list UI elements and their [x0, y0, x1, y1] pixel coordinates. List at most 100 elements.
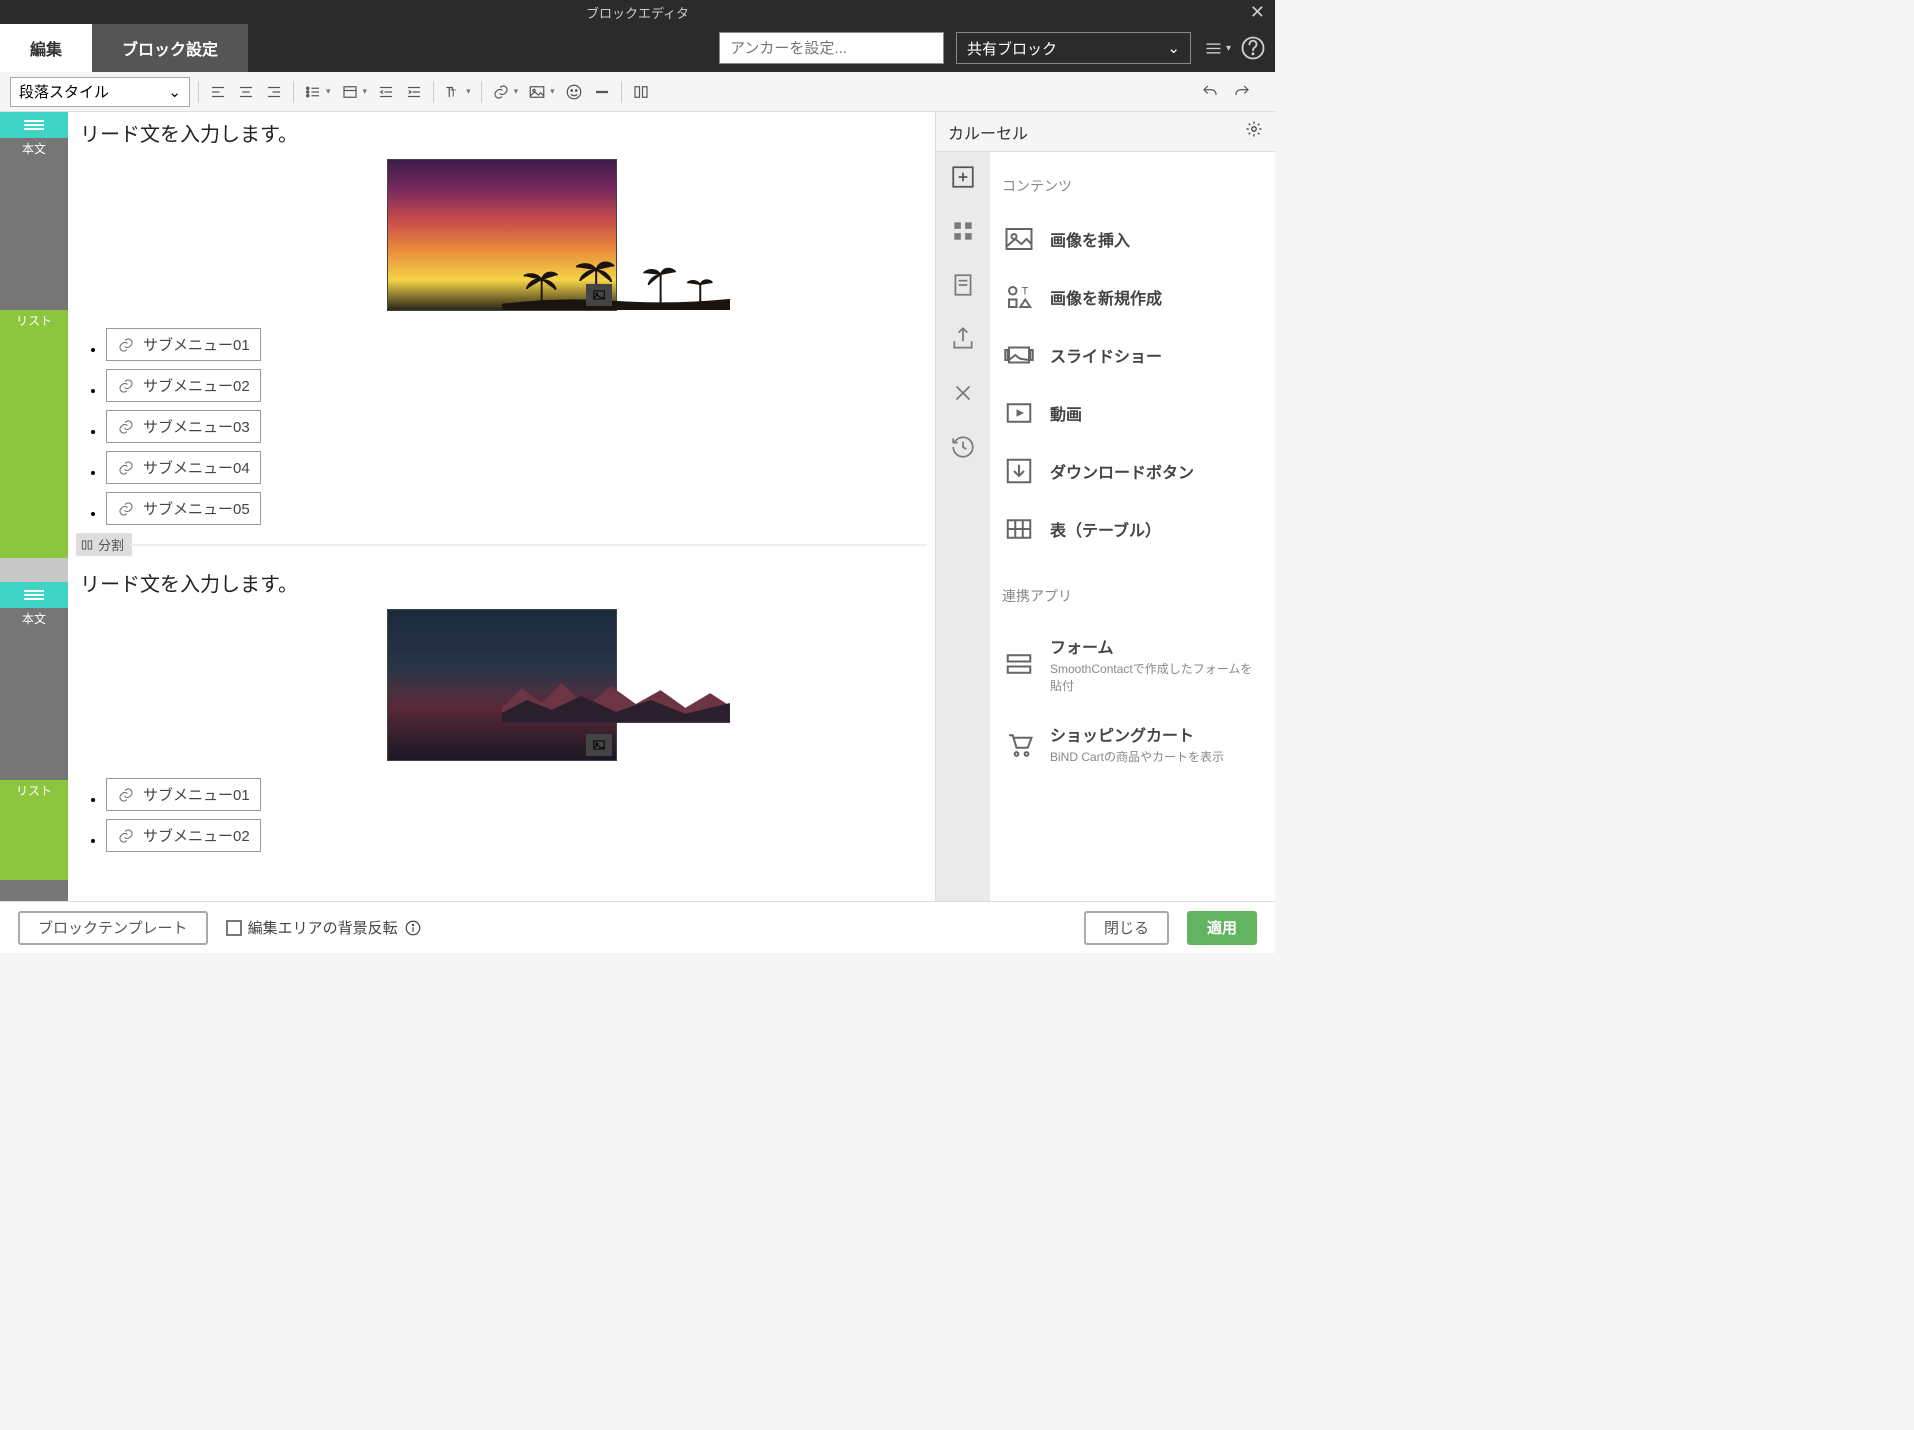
gear-icon[interactable]: [1245, 120, 1263, 143]
image-icon[interactable]: [526, 81, 548, 103]
section-handle[interactable]: [0, 582, 68, 608]
image-block[interactable]: [76, 605, 927, 770]
video-icon: [1004, 398, 1034, 428]
submenu-link[interactable]: サブメニュー05: [106, 492, 261, 525]
split-chip[interactable]: 分割: [76, 533, 132, 556]
editor-area[interactable]: 本文 リスト 本文 リスト リード文を入力します。: [0, 112, 935, 901]
right-panel-title: カルーセル: [948, 120, 1028, 144]
right-panel: カルーセル コンテンツ 画像を挿入 T 画像を新規作成: [935, 112, 1275, 901]
insert-image-item[interactable]: 画像を挿入: [1000, 210, 1265, 268]
download-icon: [1004, 456, 1034, 486]
apply-button[interactable]: 適用: [1187, 911, 1257, 945]
text-style-icon[interactable]: T: [442, 81, 464, 103]
split-bar[interactable]: 分割: [76, 533, 927, 556]
outdent-icon[interactable]: [375, 81, 397, 103]
split-label: 分割: [98, 535, 124, 554]
right-panel-header: カルーセル: [936, 112, 1275, 152]
app-item-sub: SmoothContactで作成したフォームを貼付: [1050, 660, 1261, 694]
rail-doc-icon[interactable]: [950, 272, 976, 298]
app-item-title: フォーム: [1050, 634, 1261, 658]
list-item: サブメニュー01: [106, 778, 927, 811]
list-item: サブメニュー02: [106, 819, 927, 852]
tab-block-settings[interactable]: ブロック設定: [92, 24, 248, 72]
footer-bar: ブロックテンプレート 編集エリアの背景反転 閉じる 適用: [0, 901, 1275, 953]
emoji-icon[interactable]: [563, 81, 585, 103]
submenu-link[interactable]: サブメニュー04: [106, 451, 261, 484]
hr-icon[interactable]: [591, 81, 613, 103]
image-edit-badge[interactable]: [586, 284, 612, 306]
align-center-icon[interactable]: [235, 81, 257, 103]
slideshow-item[interactable]: スライドショー: [1000, 326, 1265, 384]
paragraph-style-label: 段落スタイル: [19, 81, 109, 102]
menu-icon[interactable]: ▾: [1203, 34, 1231, 62]
rail-grid-icon[interactable]: [950, 218, 976, 244]
insert-item-label: 表（テーブル）: [1050, 517, 1161, 541]
indent-icon[interactable]: [403, 81, 425, 103]
form-icon: [1004, 649, 1034, 679]
svg-text:T: T: [1022, 286, 1029, 298]
anchor-input[interactable]: [719, 32, 944, 64]
columns-icon[interactable]: [630, 81, 652, 103]
rail-history-icon[interactable]: [950, 434, 976, 460]
image-thumb-mountain[interactable]: [387, 609, 617, 761]
list-item: サブメニュー04: [106, 451, 927, 484]
image-edit-badge[interactable]: [586, 734, 612, 756]
format-toolbar: 段落スタイル ⌄ ▾ ▾ T▾ ▾ ▾: [0, 72, 1275, 112]
invert-bg-checkbox[interactable]: 編集エリアの背景反転: [226, 917, 422, 938]
submenu-label: サブメニュー01: [143, 334, 250, 355]
new-image-item[interactable]: T 画像を新規作成: [1000, 268, 1265, 326]
insert-item-label: 動画: [1050, 401, 1082, 425]
submenu-label: サブメニュー01: [143, 784, 250, 805]
paragraph-style-select[interactable]: 段落スタイル ⌄: [10, 77, 190, 107]
submenu-label: サブメニュー03: [143, 416, 250, 437]
section-handle[interactable]: [0, 112, 68, 138]
close-icon[interactable]: ✕: [1250, 2, 1265, 23]
mini-rail: [936, 152, 990, 901]
cart-app-item[interactable]: ショッピングカートBiND Cartの商品やカートを表示: [1000, 708, 1265, 779]
submenu-link[interactable]: サブメニュー01: [106, 328, 261, 361]
cart-icon: [1004, 729, 1034, 759]
lead-text[interactable]: リード文を入力します。: [76, 112, 927, 155]
insert-panel: コンテンツ 画像を挿入 T 画像を新規作成 スライドショー 動画: [990, 152, 1275, 901]
gutter-list-label: リスト: [0, 310, 68, 558]
redo-icon[interactable]: [1231, 81, 1253, 103]
top-bar: 編集 ブロック設定 共有ブロック ⌄ ▾: [0, 24, 1275, 72]
submenu-list: サブメニュー01 サブメニュー02 サブメニュー03 サブメニュー04 サブメニ…: [76, 328, 927, 525]
rail-add-icon[interactable]: [950, 164, 976, 190]
align-right-icon[interactable]: [263, 81, 285, 103]
insert-item-label: 画像を挿入: [1050, 227, 1130, 251]
submenu-link[interactable]: サブメニュー01: [106, 778, 261, 811]
list-bullet-icon[interactable]: [302, 81, 324, 103]
close-button[interactable]: 閉じる: [1084, 911, 1169, 945]
window-title: ブロックエディタ: [586, 3, 689, 22]
rail-tools-icon[interactable]: [950, 380, 976, 406]
table-item[interactable]: 表（テーブル）: [1000, 500, 1265, 558]
video-item[interactable]: 動画: [1000, 384, 1265, 442]
lead-text[interactable]: リード文を入力します。: [76, 562, 927, 605]
rail-import-icon[interactable]: [950, 326, 976, 352]
submenu-link[interactable]: サブメニュー02: [106, 819, 261, 852]
share-block-select[interactable]: 共有ブロック ⌄: [956, 32, 1191, 64]
block-template-button[interactable]: ブロックテンプレート: [18, 911, 208, 945]
undo-icon[interactable]: [1199, 81, 1221, 103]
align-left-icon[interactable]: [207, 81, 229, 103]
gutter-split: [0, 558, 68, 582]
list-dropdown-icon[interactable]: [339, 81, 361, 103]
list-item: サブメニュー02: [106, 369, 927, 402]
image-thumb-sunset[interactable]: [387, 159, 617, 311]
submenu-label: サブメニュー04: [143, 457, 250, 478]
tab-edit[interactable]: 編集: [0, 24, 92, 72]
title-bar: ブロックエディタ ✕: [0, 0, 1275, 24]
download-button-item[interactable]: ダウンロードボタン: [1000, 442, 1265, 500]
help-icon[interactable]: [1239, 34, 1267, 62]
submenu-list: サブメニュー01 サブメニュー02: [76, 778, 927, 852]
submenu-link[interactable]: サブメニュー03: [106, 410, 261, 443]
form-app-item[interactable]: フォームSmoothContactで作成したフォームを貼付: [1000, 620, 1265, 708]
info-icon[interactable]: [404, 919, 422, 937]
panel-section-label: コンテンツ: [1002, 176, 1265, 196]
submenu-label: サブメニュー05: [143, 498, 250, 519]
svg-text:T: T: [450, 87, 457, 99]
link-icon[interactable]: [490, 81, 512, 103]
image-block[interactable]: [76, 155, 927, 320]
submenu-link[interactable]: サブメニュー02: [106, 369, 261, 402]
